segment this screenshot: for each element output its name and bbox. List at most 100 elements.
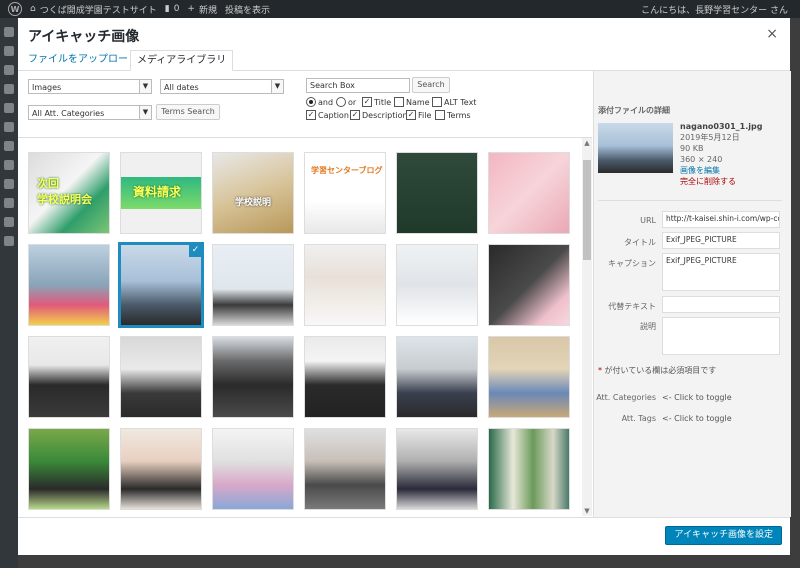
title-field[interactable]: Exif_JPEG_PICTURE (662, 232, 780, 249)
att-categories-label: Att. Categories (596, 393, 656, 402)
scroll-up-icon[interactable]: ▲ (582, 138, 592, 148)
title-checkbox[interactable]: ✓ Title (362, 97, 391, 107)
check-icon: ✓ (406, 110, 416, 120)
alt-text-field[interactable] (662, 296, 780, 313)
attachment-details-panel: 添付ファイルの詳細 nagano0301_1.jpg 2019年5月12日 90… (593, 71, 791, 517)
attachment-thumbnail[interactable] (120, 428, 202, 510)
url-field[interactable]: http://t-kaisei.shin-i.com/wp-cor (662, 211, 780, 228)
attachment-thumbnail[interactable] (304, 428, 386, 510)
terms-search-button[interactable]: Terms Search (156, 104, 220, 120)
divider (598, 200, 782, 201)
chevron-down-icon: ▼ (271, 80, 283, 93)
site-name-link[interactable]: ⌂ つくば開成学園テストサイト (30, 3, 157, 16)
date-filter-select[interactable]: All dates ▼ (160, 79, 284, 94)
alt-text-label: 代替テキスト (608, 302, 656, 311)
profile-icon[interactable] (4, 236, 14, 246)
view-post-link[interactable]: 投稿を表示 (225, 3, 270, 16)
grid-scrollbar[interactable]: ▲ ▼ (582, 138, 592, 516)
check-icon[interactable]: ✓ (189, 245, 201, 257)
close-icon[interactable]: × (766, 26, 778, 42)
admin-bar: W ⌂ つくば開成学園テストサイト ▮ 0 + 新規 投稿を表示 こんにちは、長野学習… (0, 0, 800, 18)
tab-upload-files[interactable]: ファイルをアップロード (22, 50, 144, 69)
attachment-thumbnail[interactable]: 学校説明 (212, 152, 294, 234)
url-label: URL (640, 216, 656, 225)
type-filter-select[interactable]: Images ▼ (28, 79, 152, 94)
attachment-grid: 次回 学校説明会 資料請求 学校説明 学習センターブログ ✓ (18, 138, 592, 516)
radio-unselected (336, 97, 346, 107)
appearance-icon[interactable] (4, 122, 14, 132)
attachment-thumbnail[interactable] (304, 336, 386, 418)
tools-icon[interactable] (4, 179, 14, 189)
wordpress-icon: W (8, 2, 22, 16)
caption-label: キャプション (608, 259, 656, 268)
attachment-thumbnail[interactable] (212, 428, 294, 510)
attachment-thumbnail[interactable] (488, 152, 570, 234)
terms-checkbox[interactable]: Terms (435, 110, 471, 120)
attachment-thumbnail[interactable] (212, 336, 294, 418)
attachment-thumbnail[interactable] (488, 244, 570, 326)
alt-text-checkbox[interactable]: ALT Text (432, 97, 476, 107)
comments-icon[interactable] (4, 103, 14, 113)
upload-date: 2019年5月12日 (680, 133, 740, 142)
posts-icon[interactable] (4, 46, 14, 56)
dashboard-icon[interactable] (4, 27, 14, 37)
settings-icon[interactable] (4, 198, 14, 208)
pages-icon[interactable] (4, 84, 14, 94)
wp-logo[interactable]: W (8, 2, 22, 16)
attachment-thumbnail[interactable] (28, 336, 110, 418)
radio-selected (306, 97, 316, 107)
image-dimensions: 360 × 240 (680, 155, 723, 164)
or-radio[interactable]: or (336, 97, 356, 107)
attachment-thumbnail[interactable] (488, 428, 570, 510)
scrollbar-thumb[interactable] (583, 160, 591, 260)
attachment-thumbnail[interactable] (304, 244, 386, 326)
caption-field[interactable]: Exif_JPEG_PICTURE (662, 253, 780, 291)
media-icon[interactable] (4, 65, 14, 75)
name-checkbox[interactable]: Name (394, 97, 430, 107)
details-thumbnail (598, 123, 673, 173)
attachment-thumbnail[interactable] (396, 244, 478, 326)
description-field[interactable] (662, 317, 780, 355)
attachment-thumbnail-selected[interactable]: ✓ (118, 242, 204, 328)
attachment-thumbnail[interactable]: 学習センターブログ (304, 152, 386, 234)
file-checkbox[interactable]: ✓ File (406, 110, 431, 120)
file-size: 90 KB (680, 144, 704, 153)
media-toolbar: Images ▼ All dates ▼ All Att. Categories… (18, 71, 592, 138)
and-radio[interactable]: and (306, 97, 333, 107)
edit-image-link[interactable]: 画像を編集 (680, 165, 762, 176)
attachment-thumbnail[interactable]: 次回 学校説明会 (28, 152, 110, 234)
description-checkbox[interactable]: ✓ Description (350, 110, 408, 120)
tab-media-library[interactable]: メディアライブラリ (130, 50, 234, 71)
file-name: nagano0301_1.jpg (680, 122, 763, 131)
attachment-thumbnail[interactable] (28, 428, 110, 510)
attachment-thumbnail[interactable] (120, 336, 202, 418)
new-content-link[interactable]: + 新規 (187, 3, 217, 16)
attachment-thumbnail[interactable] (212, 244, 294, 326)
scroll-down-icon[interactable]: ▼ (582, 506, 592, 516)
attachment-thumbnail[interactable]: 資料請求 (120, 152, 202, 234)
attachment-thumbnail[interactable] (396, 336, 478, 418)
details-info: nagano0301_1.jpg 2019年5月12日 90 KB 360 × … (680, 121, 762, 187)
modal-tabs: ファイルをアップロード メディアライブラリ (18, 50, 790, 71)
mail-icon[interactable] (4, 217, 14, 227)
delete-permanently-link[interactable]: 完全に削除する (680, 176, 762, 187)
att-tags-toggle[interactable]: <- Click to toggle (662, 414, 732, 423)
plugins-icon[interactable] (4, 141, 14, 151)
comments-link[interactable]: ▮ 0 (165, 4, 180, 14)
attachment-thumbnail[interactable] (28, 244, 110, 326)
attachment-thumbnail[interactable] (396, 152, 478, 234)
users-icon[interactable] (4, 160, 14, 170)
set-featured-image-button[interactable]: アイキャッチ画像を設定 (665, 526, 782, 545)
plus-icon: + (187, 4, 195, 14)
search-button[interactable]: Search (412, 77, 450, 93)
att-categories-toggle[interactable]: <- Click to toggle (662, 393, 732, 402)
search-input[interactable]: Search Box (306, 78, 410, 93)
category-filter-select[interactable]: All Att. Categories ▼ (28, 105, 152, 120)
chevron-down-icon: ▼ (139, 80, 151, 93)
attachment-thumbnail[interactable] (488, 336, 570, 418)
home-icon: ⌂ (30, 4, 36, 14)
attachment-thumbnail[interactable] (396, 428, 478, 510)
title-label: タイトル (624, 238, 656, 247)
caption-checkbox[interactable]: ✓ Caption (306, 110, 349, 120)
user-greeting[interactable]: こんにちは、長野学習センター さん (641, 3, 788, 16)
